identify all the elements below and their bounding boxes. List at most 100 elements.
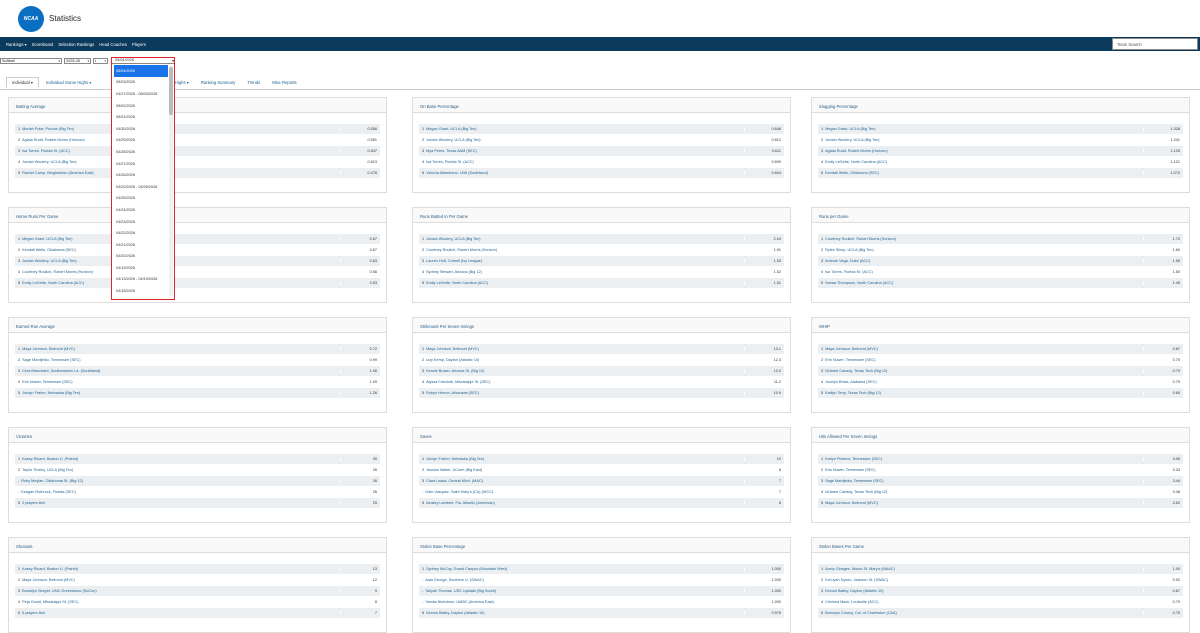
player-link[interactable]: Maya Johnson, Belmont (MVC) [825, 347, 878, 351]
date-option[interactable]: 04/28/2026 [114, 146, 168, 158]
player-link[interactable]: Rachel Camp, Binghamton (America East) [22, 171, 94, 175]
player-link[interactable]: Isa Torres, Florida St. (ACC) [825, 270, 873, 274]
player-link[interactable]: 2 players tied [22, 501, 45, 505]
player-link[interactable]: NiJaree Canady, Texas Tech (Big 12) [825, 369, 887, 373]
date-option[interactable]: 04/27/2026 - 05/03/2026 [114, 88, 168, 100]
date-option[interactable]: 04/29/2026 [114, 135, 168, 147]
date-option[interactable]: 05/03/2026 [114, 77, 168, 89]
player-link[interactable]: Ciara Laska, Central Mich. (MAC) [426, 479, 483, 483]
player-link[interactable]: Taliyah Thomas, USC Upstate (Big South) [425, 589, 496, 593]
date-option[interactable]: 05/04/2026 [114, 65, 168, 77]
player-link[interactable]: Ainsley Lambert, Fla. Atlantic (American… [426, 501, 495, 505]
player-link[interactable]: Taylor Tinsley, UCLA (Big Ten) [22, 468, 73, 472]
date-option[interactable]: 04/24/2026 [114, 204, 168, 216]
player-link[interactable]: Megan Grant, UCLA (Big Ten) [22, 237, 72, 241]
player-link[interactable]: Jordan Woolery, UCLA (Big Ten) [426, 237, 480, 241]
player-link[interactable]: Jordan Woolery, UCLA (Big Ten) [825, 138, 879, 142]
player-link[interactable]: Lauren Holt, Cornell (Ivy League) [426, 259, 482, 263]
player-link[interactable]: Maya Johnson, Belmont (MVC) [825, 501, 878, 505]
date-option[interactable]: 04/21/2026 [114, 239, 168, 251]
player-link[interactable]: Jocelyn Briski, Alabama (SEC) [825, 380, 877, 384]
player-link[interactable]: Jessica Walter, UConn (Big East) [426, 468, 482, 472]
player-link[interactable]: Megan Grant, UCLA (Big Ten) [426, 127, 476, 131]
player-link[interactable]: Sydney McCoy, Grand Canyon (Mountain Wes… [426, 567, 507, 571]
date-option[interactable]: 04/25/2026 [114, 193, 168, 205]
player-link[interactable]: NiJaree Canady, Texas Tech (Big 12) [825, 490, 887, 494]
player-link[interactable]: Courtney Roulich, Robert Morris (Horizon… [22, 270, 93, 274]
player-link[interactable]: Jordyn Frahm, Nebraska (Big Ten) [426, 457, 484, 461]
player-link[interactable]: Karlyn Pickens, Tennessee (SEC) [825, 457, 882, 461]
player-link[interactable]: Maya Johnson, Belmont (MVC) [426, 347, 479, 351]
date-option[interactable]: 05/01/2026 [114, 111, 168, 123]
player-link[interactable]: Victoria Altamirano, UIW (Southland) [426, 171, 488, 175]
nav-scoreboard[interactable]: Scoreboard [32, 42, 54, 47]
date-select[interactable]: 05/04/2026 ▾ [112, 58, 174, 64]
player-link[interactable]: Emily LeGette, North Carolina (ACC) [426, 281, 488, 285]
player-link[interactable]: Ka'Liyah Dyson, Jackson St. (SWAC) [825, 578, 888, 582]
player-link[interactable]: Alyssa Faircloth, Mississippi St. (SEC) [426, 380, 490, 384]
player-link[interactable]: Rylee Slimp, UCLA (Big Ten) [825, 248, 873, 252]
date-option[interactable]: 04/27/2026 [114, 158, 168, 170]
date-option[interactable]: 04/30/2026 [114, 123, 168, 135]
player-link[interactable]: Ruby Meylan, Oklahoma St. (Big 12) [21, 479, 83, 483]
player-link[interactable]: Kendall Wells, Oklahoma (SEC) [22, 248, 76, 252]
tab-individual-game-highs[interactable]: Individual Game Highs ▾ [41, 78, 96, 87]
date-option[interactable]: 04/18/2026 [114, 285, 168, 297]
player-link[interactable]: Odin Vasquez, Saint Mary's (CA) (WCC) [425, 490, 493, 494]
tab-ranking-summary[interactable]: Ranking Summary [196, 78, 240, 87]
player-link[interactable]: Maya Johnson, Belmont (MVC) [22, 347, 75, 351]
player-link[interactable]: Sage Mardjetko, Tennessee (SEC) [22, 358, 80, 362]
player-link[interactable]: Kinnon Bailey, Dayton (Atlantic 10) [825, 589, 883, 593]
player-link[interactable]: Yamila Nicholson, UMBC (America East) [425, 600, 494, 604]
date-option[interactable]: 04/22/2026 [114, 227, 168, 239]
nav-selection-rankings[interactable]: Selection Rankings [58, 42, 94, 47]
player-link[interactable]: Robyn Herron, Arkansas (SEC) [426, 391, 479, 395]
player-link[interactable]: Aglaia Rudd, Robert Morris (Horizon) [22, 138, 84, 142]
nav-rankings[interactable]: Rankings ▾ [6, 42, 27, 47]
player-link[interactable]: Sydney Stewart, Arizona (Big 12) [426, 270, 482, 274]
player-link[interactable]: 5 players tied [22, 611, 45, 615]
player-link[interactable]: Kenzie Brown, Arizona St. (Big 12) [426, 369, 484, 373]
player-link[interactable]: Kinnon Bailey, Dayton (Atlantic 10) [426, 611, 484, 615]
player-link[interactable]: Courtney Roulich, Robert Morris (Horizon… [825, 237, 896, 241]
nav-players[interactable]: Players [132, 42, 146, 47]
date-option[interactable]: 04/26/2026 [114, 169, 168, 181]
player-link[interactable]: Courtney Roulich, Robert Morris (Horizon… [426, 248, 497, 252]
player-link[interactable]: Maya Johnson, Belmont (MVC) [22, 578, 75, 582]
tab-misc-reports[interactable]: Misc Reports [267, 78, 301, 87]
tab-trends[interactable]: Trends [242, 78, 265, 87]
player-link[interactable]: Isa Torres, Florida St. (ACC) [22, 149, 70, 153]
date-option[interactable]: 05/02/2026 [114, 100, 168, 112]
sport-select[interactable]: Softball ▾ [0, 58, 62, 64]
date-option[interactable]: 04/20/2026 [114, 251, 168, 263]
player-link[interactable]: Moriah Polar, Purdue (Big Ten) [22, 127, 74, 131]
player-link[interactable]: Erin Nuwer, Tennessee (SEC) [825, 358, 875, 362]
nav-head-coaches[interactable]: Head Coaches [99, 42, 127, 47]
dropdown-scrollbar-thumb[interactable] [169, 67, 173, 115]
player-link[interactable]: Kasey Ricard, Boston U. (Patriot) [22, 457, 78, 461]
player-link[interactable]: Jordan Woolery, UCLA (Big Ten) [22, 160, 76, 164]
player-link[interactable]: Megan Grant, UCLA (Big Ten) [825, 127, 875, 131]
player-link[interactable]: Kaitlyn Terry, Texas Tech (Big 12) [825, 391, 881, 395]
date-option[interactable]: 04/13/2026 - 04/19/2026 [114, 274, 168, 286]
player-link[interactable]: Cera Blanchard, Southeastern La. (Southl… [22, 369, 100, 373]
date-dropdown[interactable]: 05/04/2026 ▾ 05/04/2026 05/03/2026 04/27/20… [111, 57, 175, 300]
player-link[interactable]: Izzy Kemp, Dayton (Atlantic 10) [426, 358, 479, 362]
player-link[interactable]: Erin Nuwer, Tennessee (SEC) [825, 468, 875, 472]
player-link[interactable]: Keagan Rothrock, Florida (SEC) [21, 490, 75, 494]
player-link[interactable]: Brooklyn Stroyer, UNC Greensboro (SoCon) [22, 589, 97, 593]
player-link[interactable]: Jordan Woolery, UCLA (Big Ten) [426, 138, 480, 142]
player-link[interactable]: Mya Perez, Texas A&M (SEC) [426, 149, 477, 153]
player-link[interactable]: Aaia George, Southern U. (SWAC) [425, 578, 484, 582]
player-link[interactable]: Emily LeGette, North Carolina (ACC) [22, 281, 84, 285]
player-link[interactable]: Isa Torres, Florida St. (ACC) [426, 160, 474, 164]
date-option[interactable]: 04/20/2026 - 04/26/2026 [114, 181, 168, 193]
player-link[interactable]: Avery Ginsgez, Mount St. Mary's (MAAC) [825, 567, 895, 571]
team-search-input[interactable]: Team Search [1112, 38, 1198, 50]
player-link[interactable]: Sage Mardjetko, Tennessee (SEC) [825, 479, 883, 483]
date-option[interactable]: 04/19/2026 [114, 262, 168, 274]
player-link[interactable]: Sanaa Thompson, North Carolina (ACC) [825, 281, 893, 285]
player-link[interactable]: Emily LeGette, North Carolina (ACC) [825, 160, 887, 164]
ncaa-logo-icon[interactable]: NCAA [18, 5, 44, 32]
season-select[interactable]: 2025-26 ▾ [64, 58, 91, 64]
